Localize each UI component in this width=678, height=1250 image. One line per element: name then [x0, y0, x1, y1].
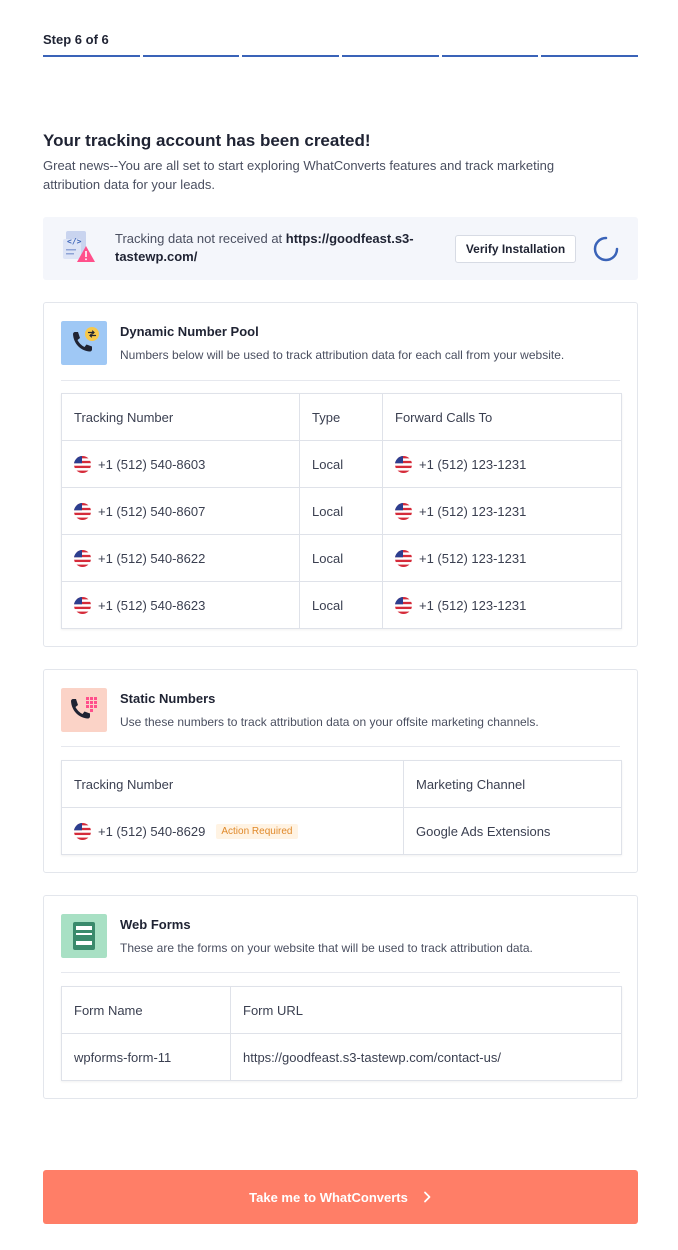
- forward-number: +1 (512) 123-1231: [419, 550, 527, 566]
- type-cell: Local: [299, 581, 383, 629]
- tracking-number-cell: +1 (512) 540-8622: [61, 534, 300, 582]
- web-forms-table: Form Name Form URL wpforms-form-11 https…: [61, 986, 622, 1081]
- static-numbers-description: Use these numbers to track attribution d…: [120, 715, 539, 729]
- tracking-number: +1 (512) 540-8622: [98, 550, 206, 566]
- us-flag-icon: [74, 455, 91, 473]
- alert-message-prefix: Tracking data not received at: [115, 231, 286, 246]
- type-cell: Local: [299, 440, 383, 488]
- progress-segment: [441, 55, 539, 57]
- us-flag-icon: [74, 596, 91, 614]
- tracking-number: +1 (512) 540-8623: [98, 597, 206, 613]
- table-row: +1 (512) 540-8629 Action Required Google …: [61, 807, 622, 855]
- table-row: +1 (512) 540-8622 Local +1 (512) 123-123…: [61, 534, 622, 582]
- marketing-channel-cell: Google Ads Extensions: [416, 823, 551, 839]
- dynamic-pool-table: Tracking Number Type Forward Calls To +1…: [61, 393, 622, 629]
- phone-swap-icon: [61, 321, 107, 365]
- take-me-to-whatconverts-button[interactable]: Take me to WhatConverts: [43, 1170, 638, 1224]
- forward-number: +1 (512) 123-1231: [419, 456, 527, 472]
- table-header-row: Tracking Number Marketing Channel: [61, 760, 622, 808]
- table-row: +1 (512) 540-8607 Local +1 (512) 123-123…: [61, 487, 622, 535]
- table-row: wpforms-form-11 https://goodfeast.s3-tas…: [61, 1033, 622, 1081]
- us-flag-icon: [395, 502, 412, 520]
- alert-message: Tracking data not received at https://go…: [115, 230, 435, 266]
- step-label: Step 6 of 6: [43, 32, 109, 47]
- form-name-cell: wpforms-form-11: [61, 1033, 231, 1081]
- table-row: +1 (512) 540-8603 Local +1 (512) 123-123…: [61, 440, 622, 488]
- form-url-cell[interactable]: https://goodfeast.s3-tastewp.com/contact…: [231, 1034, 622, 1081]
- divider: [61, 380, 620, 381]
- progress-segment: [142, 55, 240, 57]
- table-header-row: Form Name Form URL: [61, 986, 622, 1034]
- code-document-warning-icon: </>: [63, 231, 95, 262]
- type-cell: Local: [299, 534, 383, 582]
- table-row: +1 (512) 540-8623 Local +1 (512) 123-123…: [61, 581, 622, 629]
- forward-number: +1 (512) 123-1231: [419, 503, 527, 519]
- tracking-number-cell: +1 (512) 540-8603: [61, 440, 300, 488]
- dynamic-pool-description: Numbers below will be used to track attr…: [120, 348, 565, 362]
- divider: [61, 972, 620, 973]
- type-cell: Local: [299, 487, 383, 535]
- tracking-number-cell: +1 (512) 540-8629 Action Required: [61, 807, 404, 855]
- tracking-alert: </> Tracking data not received at https:…: [43, 217, 638, 280]
- progress-segment: [242, 55, 340, 57]
- forward-cell: +1 (512) 123-1231: [383, 582, 622, 629]
- page-title: Your tracking account has been created!: [43, 131, 371, 150]
- column-header: Tracking Number: [61, 760, 404, 808]
- column-header: Tracking Number: [61, 393, 300, 441]
- static-numbers-title: Static Numbers: [120, 691, 216, 706]
- column-header: Forward Calls To: [382, 393, 622, 441]
- cta-label: Take me to WhatConverts: [249, 1189, 408, 1205]
- chevron-right-icon: [423, 1191, 431, 1203]
- us-flag-icon: [74, 822, 91, 840]
- forward-cell: +1 (512) 123-1231: [382, 487, 622, 535]
- static-numbers-table: Tracking Number Marketing Channel +1 (51…: [61, 760, 622, 855]
- us-flag-icon: [395, 549, 412, 567]
- progress-segment: [342, 55, 439, 57]
- column-header: Type: [299, 393, 383, 441]
- page-subtitle: Great news--You are all set to start exp…: [43, 158, 555, 192]
- svg-text:</>: </>: [67, 237, 82, 246]
- progress-bar: [43, 55, 639, 58]
- phone-keypad-icon: [61, 688, 107, 732]
- forward-cell: +1 (512) 123-1231: [382, 534, 622, 582]
- us-flag-icon: [74, 502, 91, 520]
- tracking-number: +1 (512) 540-8629: [98, 823, 206, 839]
- divider: [61, 746, 620, 747]
- tracking-number: +1 (512) 540-8603: [98, 456, 206, 472]
- progress-segment: [43, 55, 140, 57]
- table-header-row: Tracking Number Type Forward Calls To: [61, 393, 622, 441]
- us-flag-icon: [395, 596, 412, 614]
- web-forms-title: Web Forms: [120, 917, 191, 932]
- tracking-number: +1 (512) 540-8607: [98, 503, 206, 519]
- us-flag-icon: [395, 455, 412, 473]
- progress-segment: [541, 55, 639, 57]
- us-flag-icon: [74, 549, 91, 567]
- column-header: Marketing Channel: [403, 760, 622, 808]
- column-header: Form Name: [61, 986, 231, 1034]
- forward-number: +1 (512) 123-1231: [419, 597, 527, 613]
- verify-installation-button[interactable]: Verify Installation: [455, 235, 576, 263]
- static-numbers-card: Static Numbers Use these numbers to trac…: [43, 669, 638, 873]
- loading-spinner-icon: [593, 236, 619, 262]
- column-header: Form URL: [230, 986, 622, 1034]
- action-required-badge[interactable]: Action Required: [216, 823, 298, 839]
- forward-cell: +1 (512) 123-1231: [382, 440, 622, 488]
- form-icon: [61, 914, 107, 958]
- web-forms-card: Web Forms These are the forms on your we…: [43, 895, 638, 1099]
- tracking-number-cell: +1 (512) 540-8623: [61, 581, 300, 629]
- tracking-number-cell: +1 (512) 540-8607: [61, 487, 300, 535]
- dynamic-number-pool-card: Dynamic Number Pool Numbers below will b…: [43, 302, 638, 647]
- dynamic-pool-title: Dynamic Number Pool: [120, 324, 259, 339]
- web-forms-description: These are the forms on your website that…: [120, 941, 533, 955]
